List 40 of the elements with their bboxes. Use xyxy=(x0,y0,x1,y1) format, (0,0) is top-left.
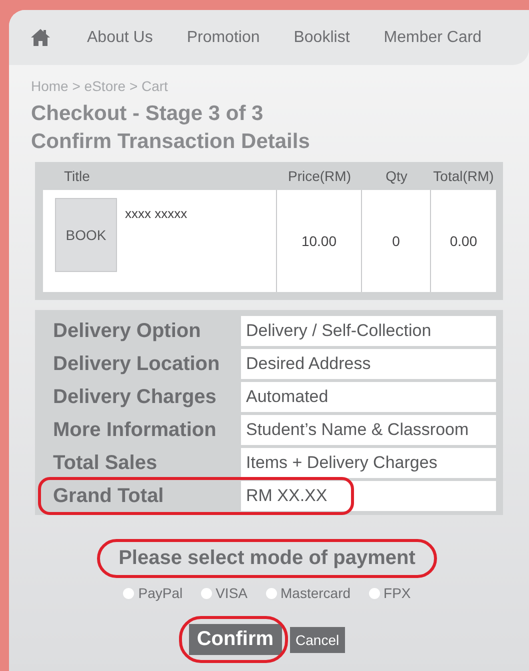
radio-button[interactable] xyxy=(123,588,134,598)
page-heading: Checkout - Stage 3 of 3 xyxy=(31,101,264,127)
cancel-button[interactable]: Cancel xyxy=(290,626,346,652)
detail-value: Automated xyxy=(241,382,496,412)
book-cover: BOOK xyxy=(55,198,117,272)
breadcrumb: Home > eStore > Cart xyxy=(31,78,169,94)
detail-value: Delivery / Self-Collection xyxy=(241,316,496,346)
nav-link[interactable]: Member Card xyxy=(366,28,499,46)
column-header: Price(RM) xyxy=(287,168,352,184)
table-cell: 0.00 xyxy=(431,190,496,292)
column-header: Title xyxy=(63,168,91,184)
detail-label: Delivery Charges xyxy=(53,386,218,408)
detail-value: Student’s Name & Classroom xyxy=(241,415,496,445)
detail-value: Items + Delivery Charges xyxy=(241,448,496,478)
radio-button[interactable] xyxy=(200,588,212,598)
payment-option[interactable]: VISA xyxy=(200,585,248,601)
detail-label: Delivery Option xyxy=(53,320,202,342)
column-header: Total(RM) xyxy=(432,168,495,184)
payment-option[interactable]: PayPal xyxy=(123,585,183,601)
payment-option[interactable]: Mastercard xyxy=(266,585,351,601)
detail-label: More Information xyxy=(53,418,218,442)
detail-value: RM XX.XX xyxy=(241,481,496,511)
book-title: xxxx xxxxx xyxy=(125,205,188,221)
table-cell: 10.00 xyxy=(277,190,361,292)
radio-button[interactable] xyxy=(266,588,276,598)
radio-button[interactable] xyxy=(368,588,380,598)
detail-label: Grand Total xyxy=(53,484,165,508)
home-icon[interactable] xyxy=(31,29,50,46)
detail-value: Desired Address xyxy=(241,349,496,379)
detail-label: Total Sales xyxy=(53,452,158,474)
nav-link[interactable]: Promotion xyxy=(170,28,277,46)
table-cell: 0 xyxy=(362,190,430,292)
confirm-button[interactable]: Confirm xyxy=(188,624,282,655)
payment-option[interactable]: FPX xyxy=(368,585,411,601)
column-header: Qty xyxy=(384,168,408,184)
nav-link[interactable]: About Us xyxy=(70,28,170,46)
detail-label: Delivery Location xyxy=(53,352,221,376)
payment-prompt: Please select mode of payment xyxy=(118,547,416,569)
nav-link[interactable]: Booklist xyxy=(276,28,367,46)
page-heading: Confirm Transaction Details xyxy=(31,129,311,155)
